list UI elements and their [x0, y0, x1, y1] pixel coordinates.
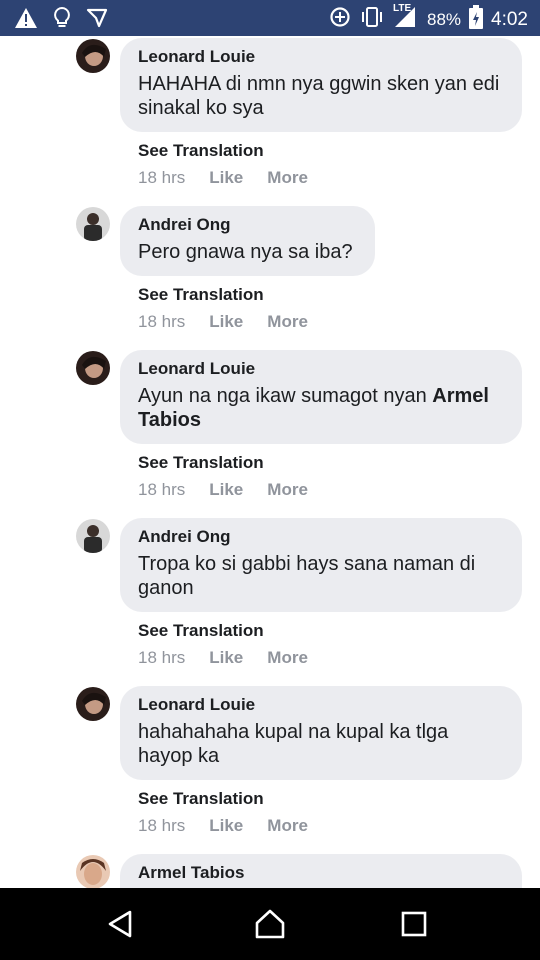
- comment-timestamp: 18 hrs: [138, 168, 186, 187]
- back-icon[interactable]: [80, 888, 160, 960]
- battery-percent: 88%: [426, 9, 462, 29]
- more-button[interactable]: More: [267, 816, 308, 836]
- avatar[interactable]: [76, 207, 110, 241]
- comment-timestamp: 18 hrs: [138, 312, 186, 331]
- comment-author[interactable]: Leonard Louie: [138, 694, 504, 716]
- avatar[interactable]: [76, 687, 110, 721]
- comment-author[interactable]: Andrei Ong: [138, 214, 357, 236]
- comment-author[interactable]: Leonard Louie: [138, 358, 504, 380]
- comment-author[interactable]: Armel Tabios: [138, 862, 504, 884]
- see-translation-link[interactable]: See Translation: [138, 141, 264, 161]
- vibrate-icon: [359, 6, 385, 33]
- comment-timestamp: 18 hrs: [138, 816, 186, 835]
- more-button[interactable]: More: [267, 480, 308, 500]
- see-translation-link[interactable]: See Translation: [138, 453, 264, 473]
- comment-bubble[interactable]: Leonard Louie Ayun na nga ikaw sumagot n…: [120, 350, 522, 444]
- signal-icon: LTE: [392, 3, 419, 34]
- navigation-bar: [0, 888, 540, 960]
- comment-bubble[interactable]: Andrei Ong Pero gnawa nya sa iba?: [120, 206, 375, 276]
- network-type: LTE: [392, 3, 412, 14]
- comment-thread: Leonard Louie HAHAHA di nmn nya ggwin sk…: [0, 36, 540, 888]
- warning-icon: [14, 7, 38, 34]
- battery-icon: [469, 5, 484, 34]
- avatar[interactable]: [76, 519, 110, 553]
- status-bar: LTE 88% 4:02: [0, 0, 540, 36]
- home-icon[interactable]: [230, 888, 310, 960]
- see-translation-link[interactable]: See Translation: [138, 621, 264, 641]
- more-button[interactable]: More: [267, 168, 308, 188]
- comment-actions: 18 hrs Like More: [138, 648, 308, 668]
- comment-bubble[interactable]: Leonard Louie hahahahaha kupal na kupal …: [120, 686, 522, 780]
- comment-text: HAHAHA di nmn nya ggwin sken yan edi sin…: [138, 73, 500, 119]
- status-right: LTE 88% 4:02: [329, 3, 528, 34]
- comment-text: Pero gnawa nya sa iba?: [138, 241, 353, 263]
- clock: 4:02: [491, 8, 528, 30]
- comment-actions: 18 hrs Like More: [138, 816, 308, 836]
- avatar[interactable]: [76, 855, 110, 888]
- recents-icon[interactable]: [374, 888, 454, 960]
- data-saver-icon: [329, 6, 351, 33]
- comment-text: Tropa ko si gabbi hays sana naman di gan…: [138, 553, 476, 599]
- comment-actions: 18 hrs Like More: [138, 312, 308, 332]
- like-button[interactable]: Like: [209, 816, 243, 836]
- comment-author[interactable]: Andrei Ong: [138, 526, 504, 548]
- comment-timestamp: 18 hrs: [138, 480, 186, 499]
- messenger-icon: [86, 7, 108, 34]
- comment-text: hahahahaha kupal na kupal ka tlga hayop …: [138, 721, 449, 767]
- like-button[interactable]: Like: [209, 312, 243, 332]
- comment-bubble[interactable]: Leonard Louie HAHAHA di nmn nya ggwin sk…: [120, 38, 522, 132]
- like-button[interactable]: Like: [209, 168, 243, 188]
- comment-actions: 18 hrs Like More: [138, 168, 308, 188]
- comment-actions: 18 hrs Like More: [138, 480, 308, 500]
- comment-timestamp: 18 hrs: [138, 648, 186, 667]
- status-left-icons: [14, 6, 108, 35]
- more-button[interactable]: More: [267, 312, 308, 332]
- comment-bubble[interactable]: Armel Tabios: [120, 854, 522, 888]
- avatar[interactable]: [76, 351, 110, 385]
- lightbulb-icon: [52, 6, 72, 35]
- see-translation-link[interactable]: See Translation: [138, 789, 264, 809]
- see-translation-link[interactable]: See Translation: [138, 285, 264, 305]
- like-button[interactable]: Like: [209, 480, 243, 500]
- comment-text: Ayun na nga ikaw sumagot nyan Armel Tabi…: [138, 384, 504, 432]
- avatar[interactable]: [76, 39, 110, 73]
- like-button[interactable]: Like: [209, 648, 243, 668]
- comment-author[interactable]: Leonard Louie: [138, 46, 504, 68]
- comment-text-body: Ayun na nga ikaw sumagot nyan: [138, 385, 427, 407]
- more-button[interactable]: More: [267, 648, 308, 668]
- comment-bubble[interactable]: Andrei Ong Tropa ko si gabbi hays sana n…: [120, 518, 522, 612]
